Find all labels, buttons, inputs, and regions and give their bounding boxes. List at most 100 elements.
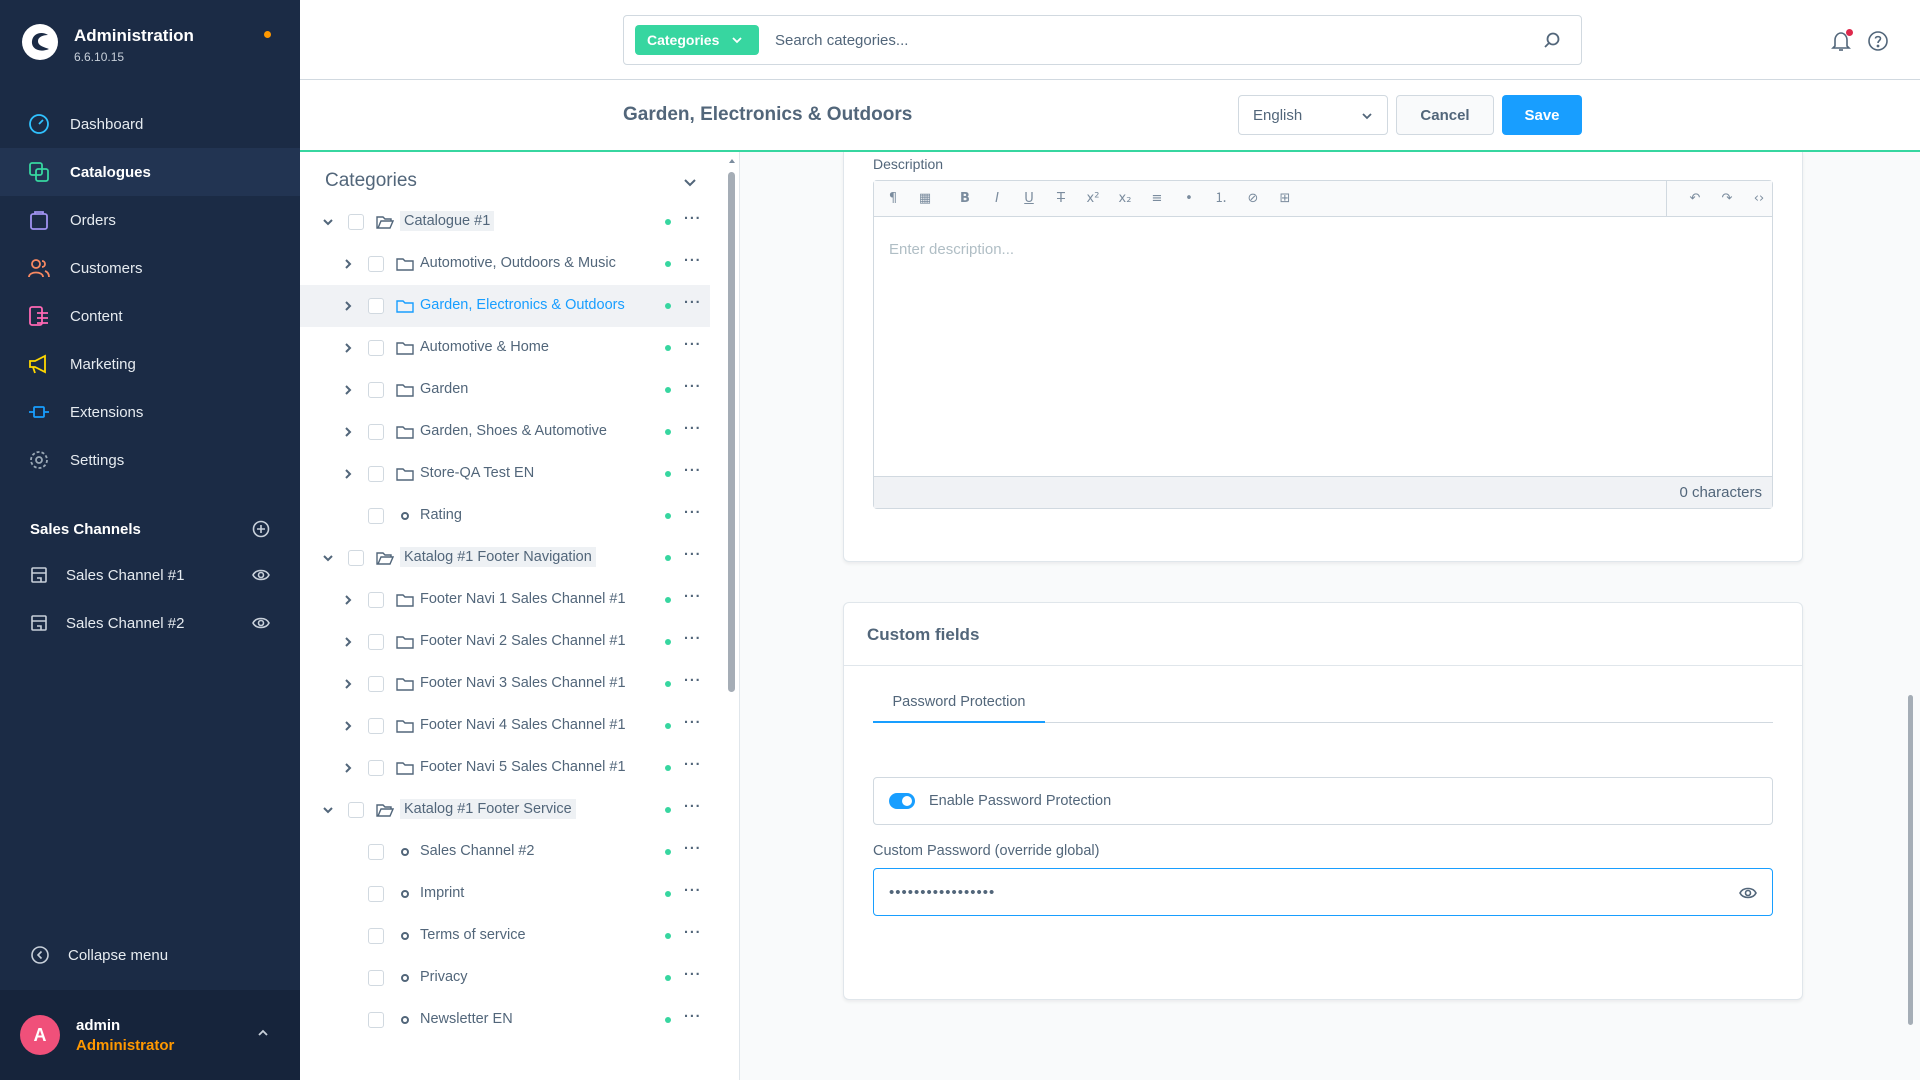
more-actions-icon[interactable]: ···: [684, 799, 702, 815]
redo-icon[interactable]: ↷: [1718, 190, 1736, 208]
search-type-select[interactable]: Categories: [635, 25, 759, 55]
save-button[interactable]: Save: [1502, 95, 1582, 135]
undo-icon[interactable]: ↶: [1686, 190, 1704, 208]
chevron-right-icon[interactable]: [342, 384, 354, 396]
numbered-list-icon[interactable]: ⒈: [1212, 190, 1230, 208]
more-actions-icon[interactable]: ···: [684, 1009, 702, 1025]
strikethrough-icon[interactable]: T: [1052, 190, 1070, 208]
chevron-right-icon[interactable]: [342, 762, 354, 774]
scroll-up-arrow-icon[interactable]: [727, 156, 737, 166]
more-actions-icon[interactable]: ···: [684, 673, 702, 689]
tree-item[interactable]: Footer Navi 5 Sales Channel #1 ···: [300, 747, 710, 789]
more-actions-icon[interactable]: ···: [684, 295, 702, 311]
bullet-list-icon[interactable]: •: [1180, 190, 1198, 208]
tree-item-checkbox[interactable]: [368, 886, 384, 902]
add-circle-icon[interactable]: [252, 520, 270, 538]
chevron-right-icon[interactable]: [342, 342, 354, 354]
search-input[interactable]: [775, 31, 1543, 49]
description-placeholder[interactable]: Enter description...: [889, 241, 1014, 258]
tree-item-checkbox[interactable]: [368, 592, 384, 608]
more-actions-icon[interactable]: ···: [684, 841, 702, 857]
sales-channel-item[interactable]: Sales Channel #2: [30, 608, 270, 638]
help-icon[interactable]: [1867, 30, 1889, 52]
chevron-down-icon[interactable]: [322, 216, 334, 228]
tree-item[interactable]: Rating ···: [300, 495, 710, 537]
tree-item[interactable]: Garden, Electronics & Outdoors ···: [300, 285, 710, 327]
tree-item[interactable]: Katalog #1 Footer Navigation ···: [300, 537, 710, 579]
superscript-icon[interactable]: x²: [1084, 190, 1102, 208]
brand[interactable]: Administration 6.6.10.15: [20, 22, 194, 64]
nav-item-dashboard[interactable]: Dashboard: [0, 100, 300, 148]
tree-item[interactable]: Garden, Shoes & Automotive ···: [300, 411, 710, 453]
nav-item-orders[interactable]: Orders: [0, 196, 300, 244]
tree-item-checkbox[interactable]: [368, 256, 384, 272]
nav-item-marketing[interactable]: Marketing: [0, 340, 300, 388]
tree-item[interactable]: Store-QA Test EN ···: [300, 453, 710, 495]
chevron-right-icon[interactable]: [342, 258, 354, 270]
content-scrollbar[interactable]: [1908, 695, 1913, 1025]
tree-item-checkbox[interactable]: [368, 298, 384, 314]
bold-icon[interactable]: B: [956, 190, 974, 208]
chevron-right-icon[interactable]: [342, 720, 354, 732]
tree-item[interactable]: Katalog #1 Footer Service ···: [300, 789, 710, 831]
underline-icon[interactable]: U: [1020, 190, 1038, 208]
search-icon[interactable]: [1543, 31, 1561, 49]
eye-icon[interactable]: [1739, 884, 1757, 902]
more-actions-icon[interactable]: ···: [684, 757, 702, 773]
more-actions-icon[interactable]: ···: [684, 505, 702, 521]
chevron-right-icon[interactable]: [342, 678, 354, 690]
nav-item-catalogues[interactable]: Catalogues: [0, 148, 300, 196]
tree-item-checkbox[interactable]: [368, 508, 384, 524]
tree-item[interactable]: Footer Navi 2 Sales Channel #1 ···: [300, 621, 710, 663]
more-actions-icon[interactable]: ···: [684, 253, 702, 269]
more-actions-icon[interactable]: ···: [684, 925, 702, 941]
custom-password-field[interactable]: •••••••••••••••••: [873, 868, 1773, 916]
tree-item-checkbox[interactable]: [368, 718, 384, 734]
eye-icon[interactable]: [252, 614, 270, 632]
tree-item-checkbox[interactable]: [368, 970, 384, 986]
more-actions-icon[interactable]: ···: [684, 589, 702, 605]
more-actions-icon[interactable]: ···: [684, 337, 702, 353]
more-actions-icon[interactable]: ···: [684, 715, 702, 731]
tree-item[interactable]: Footer Navi 1 Sales Channel #1 ···: [300, 579, 710, 621]
tree-item[interactable]: Garden ···: [300, 369, 710, 411]
table-icon[interactable]: ⊞: [1276, 190, 1294, 208]
more-actions-icon[interactable]: ···: [684, 631, 702, 647]
tree-item-checkbox[interactable]: [348, 214, 364, 230]
tree-item[interactable]: Footer Navi 4 Sales Channel #1 ···: [300, 705, 710, 747]
tab-password-protection[interactable]: Password Protection: [873, 683, 1045, 723]
tree-item-checkbox[interactable]: [368, 928, 384, 944]
more-actions-icon[interactable]: ···: [684, 211, 702, 227]
subscript-icon[interactable]: x₂: [1116, 190, 1134, 208]
italic-icon[interactable]: I: [988, 190, 1006, 208]
link-icon[interactable]: ⊘: [1244, 190, 1262, 208]
chevron-down-icon[interactable]: [322, 552, 334, 564]
cancel-button[interactable]: Cancel: [1396, 95, 1494, 135]
tree-item-checkbox[interactable]: [348, 802, 364, 818]
sales-channel-item[interactable]: Sales Channel #1: [30, 560, 270, 590]
more-actions-icon[interactable]: ···: [684, 463, 702, 479]
tree-item[interactable]: Catalogue #1 ···: [300, 201, 710, 243]
tree-item-checkbox[interactable]: [368, 760, 384, 776]
password-protection-switch[interactable]: [889, 793, 915, 809]
tree-item-checkbox[interactable]: [368, 676, 384, 692]
tree-item[interactable]: Imprint ···: [300, 873, 710, 915]
tree-item[interactable]: Automotive & Home ···: [300, 327, 710, 369]
chevron-down-icon[interactable]: [322, 804, 334, 816]
tree-item-checkbox[interactable]: [368, 424, 384, 440]
chevron-down-icon[interactable]: [682, 174, 698, 190]
more-actions-icon[interactable]: ···: [684, 547, 702, 563]
tree-item-checkbox[interactable]: [368, 634, 384, 650]
tree-item-checkbox[interactable]: [368, 382, 384, 398]
more-actions-icon[interactable]: ···: [684, 967, 702, 983]
tree-item[interactable]: Automotive, Outdoors & Music ···: [300, 243, 710, 285]
nav-item-content[interactable]: Content: [0, 292, 300, 340]
paragraph-format-icon[interactable]: ¶: [884, 190, 902, 208]
tree-item-checkbox[interactable]: [368, 340, 384, 356]
tree-item[interactable]: Terms of service ···: [300, 915, 710, 957]
user-menu[interactable]: A admin Administrator: [0, 990, 300, 1080]
nav-item-extensions[interactable]: Extensions: [0, 388, 300, 436]
language-select[interactable]: English: [1238, 95, 1388, 135]
text-color-icon[interactable]: ▦: [916, 190, 934, 208]
tree-item[interactable]: Privacy ···: [300, 957, 710, 999]
